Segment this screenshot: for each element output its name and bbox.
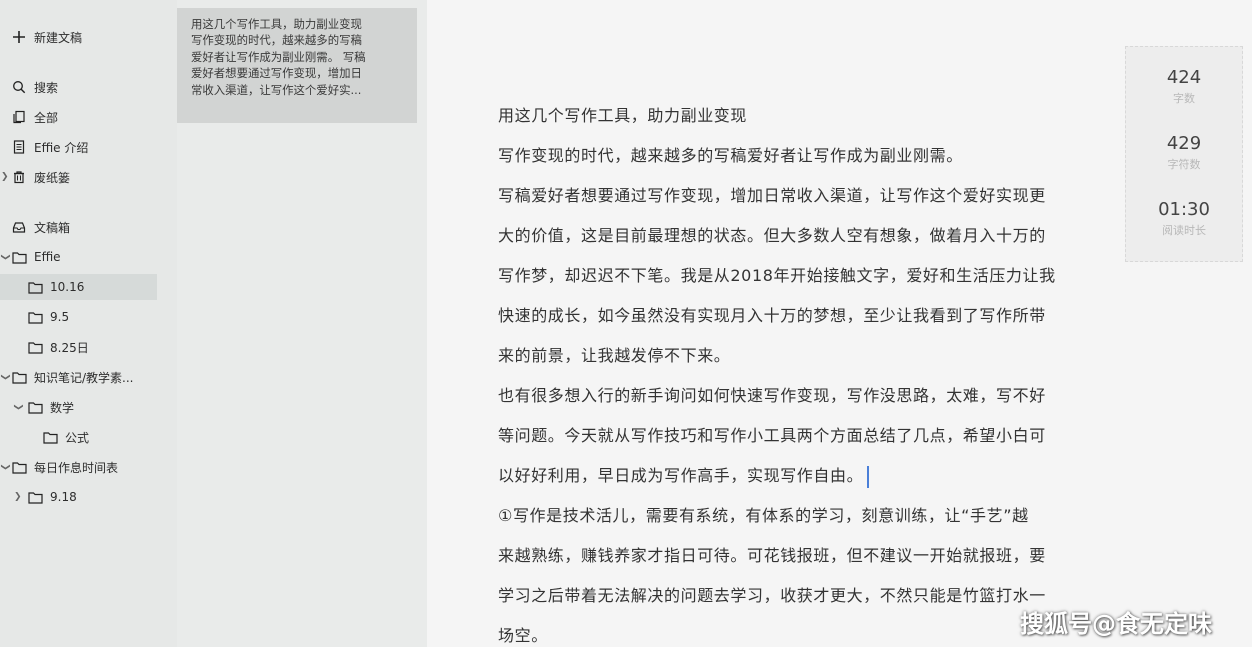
document-card-title: 用这几个写作工具，助力副业变现: [191, 17, 362, 31]
reading-time-value: 01:30: [1158, 199, 1210, 220]
document-card-preview-line: 常收入渠道，让写作这个爱好实...: [191, 82, 362, 97]
trash-icon: [11, 169, 27, 185]
folder-icon: [27, 399, 43, 415]
editor-line: 大的价值，这是目前最理想的状态。但大多数人空有想象，做着月入十万的: [498, 226, 1046, 245]
new-document-label: 新建文稿: [34, 30, 83, 45]
sidebar-folder-schedule[interactable]: ❯ 每日作息时间表: [0, 454, 171, 480]
folder-icon: [11, 459, 27, 475]
editor-line: 也有很多想入行的新手询问如何快速写作变现，写作没思路，太难，写不好: [498, 386, 1046, 405]
document-card-preview-line: 爱好者想要通过写作变现，增加日: [191, 66, 362, 81]
search-icon: [11, 79, 27, 95]
word-count-label: 字数: [1173, 92, 1195, 105]
document-list: 用这几个写作工具，助力副业变现 写作变现的时代，越来越多的写稿 爱好者让写作成为…: [177, 0, 427, 647]
sidebar-folder-math[interactable]: ❯ 数学: [13, 394, 187, 420]
sidebar-item-label: 数学: [50, 400, 75, 415]
sidebar-item-label: 搜索: [34, 80, 59, 95]
sidebar-item-effie-intro[interactable]: Effie 介绍: [11, 134, 171, 160]
editor-line: 用这几个写作工具，助力副业变现: [498, 106, 748, 125]
editor-line: 来的前景，让我越发停不下来。: [498, 346, 731, 365]
reading-time-label: 阅读时长: [1162, 224, 1206, 237]
chevron-down-icon[interactable]: ❯: [13, 403, 23, 411]
document-card[interactable]: 用这几个写作工具，助力副业变现 写作变现的时代，越来越多的写稿 爱好者让写作成为…: [177, 8, 417, 123]
sidebar-folder-825[interactable]: 8.25日: [27, 334, 187, 360]
folder-icon: [27, 489, 43, 505]
char-count-stat: 429 字符数: [1126, 133, 1242, 173]
folder-icon: [42, 429, 58, 445]
editor-line: ①写作是技术活儿，需要有系统，有体系的学习，刻意训练，让“手艺”越: [498, 506, 1029, 525]
editor[interactable]: 用这几个写作工具，助力副业变现 写作变现的时代，越来越多的写稿爱好者让写作成为副…: [427, 0, 1252, 647]
editor-line: 写作变现的时代，越来越多的写稿爱好者让写作成为副业刚需。: [498, 146, 963, 165]
folder-icon: [27, 279, 43, 295]
sidebar-folder-1016[interactable]: 10.16: [0, 274, 157, 300]
folder-icon: [11, 369, 27, 385]
sidebar-item-label: 9.5: [50, 310, 70, 324]
sidebar-item-trash[interactable]: ❯ 废纸篓: [1, 164, 171, 190]
text-caret: [867, 465, 869, 488]
sidebar-item-label: 公式: [65, 430, 90, 445]
sidebar-item-label: Effie 介绍: [34, 140, 89, 155]
chevron-right-icon[interactable]: ❯: [1, 172, 9, 182]
editor-line-with-caret: 以好好利用，早日成为写作高手，实现写作自由。: [498, 456, 1138, 496]
documents-icon: [11, 109, 27, 125]
sidebar-item-all[interactable]: 全部: [11, 104, 171, 130]
chevron-down-icon[interactable]: ❯: [0, 253, 10, 261]
editor-line: 快速的成长，如今虽然没有实现月入十万的梦想，至少让我看到了写作所带: [498, 306, 1046, 325]
chevron-down-icon[interactable]: ❯: [0, 373, 10, 381]
plus-icon: [11, 29, 27, 45]
inbox-icon: [11, 219, 27, 235]
chevron-down-icon[interactable]: ❯: [0, 463, 10, 471]
sidebar-item-label: 8.25日: [50, 340, 89, 355]
sidebar-item-label: 每日作息时间表: [34, 460, 119, 475]
folder-icon: [27, 339, 43, 355]
sidebar-folder-918[interactable]: ❯ 9.18: [14, 484, 187, 510]
char-count-value: 429: [1166, 133, 1202, 154]
sidebar-item-label: 文稿箱: [34, 220, 71, 235]
document-icon: [11, 139, 27, 155]
editor-line: 写稿爱好者想要通过写作变现，增加日常收入渠道，让写作这个爱好实现更: [498, 186, 1046, 205]
sidebar-folder-95[interactable]: 9.5: [27, 304, 187, 330]
sidebar-folder-effie[interactable]: ❯ Effie: [0, 244, 171, 270]
chevron-right-icon[interactable]: ❯: [14, 492, 22, 502]
sidebar-item-label: Effie: [34, 250, 61, 264]
document-stats-panel: 424 字数 429 字符数 01:30 阅读时长: [1125, 46, 1243, 262]
watermark: 搜狐号@食无定味: [1020, 610, 1212, 638]
sidebar-item-search[interactable]: 搜索: [11, 74, 171, 100]
folder-icon: [27, 309, 43, 325]
editor-line: 等问题。今天就从写作技巧和写作小工具两个方面总结了几点，希望小白可: [498, 426, 1046, 445]
reading-time-stat: 01:30 阅读时长: [1126, 199, 1242, 239]
sidebar-item-label: 10.16: [50, 280, 85, 294]
editor-text-area[interactable]: 用这几个写作工具，助力副业变现 写作变现的时代，越来越多的写稿爱好者让写作成为副…: [498, 96, 1138, 647]
folder-icon: [11, 249, 27, 265]
new-document-button[interactable]: 新建文稿: [11, 24, 171, 50]
sidebar-item-label: 9.18: [50, 490, 77, 504]
editor-line: 写作梦，却迟迟不下笔。我是从2018年开始接触文字，爱好和生活压力让我: [498, 266, 1056, 285]
sidebar-item-label: 知识笔记/教学素...: [34, 370, 134, 385]
editor-line-text: 以好好利用，早日成为写作高手，实现写作自由。: [498, 466, 864, 485]
document-card-preview-line: 写作变现的时代，越来越多的写稿: [191, 33, 362, 48]
word-count-stat: 424 字数: [1126, 67, 1242, 107]
document-card-preview-line: 爱好者让写作成为副业刚需。 写稿: [191, 49, 366, 64]
sidebar-item-label: 全部: [34, 110, 59, 125]
sidebar-item-inbox[interactable]: 文稿箱: [11, 214, 171, 240]
char-count-label: 字符数: [1167, 158, 1201, 171]
sidebar: 新建文稿 搜索 全部 Effie 介绍 ❯ 废纸篓 文稿箱 ❯ Effie 10…: [0, 0, 177, 647]
sidebar-item-label: 废纸篓: [34, 170, 71, 185]
sidebar-folder-knowledge[interactable]: ❯ 知识笔记/教学素...: [0, 364, 171, 390]
word-count-value: 424: [1166, 67, 1202, 88]
editor-line: 来越熟练，赚钱养家才指日可待。可花钱报班，但不建议一开始就报班，要: [498, 546, 1046, 565]
